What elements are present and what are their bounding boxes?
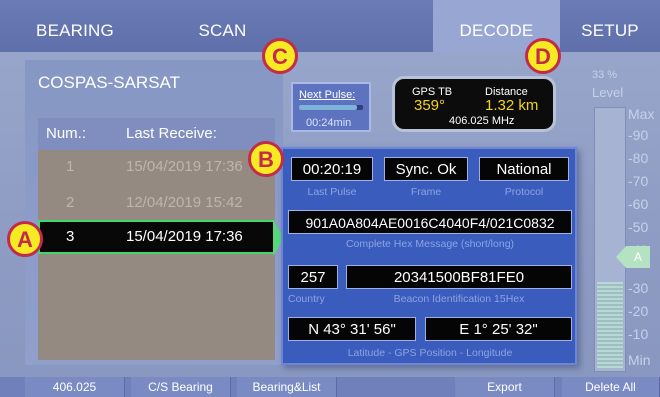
gps-info-box: GPS TB Distance 359° 1.32 km 406.025 MHz <box>392 76 556 132</box>
gps-distance: 1.32 km <box>485 97 539 114</box>
level-scale-tick: -10 <box>628 326 649 342</box>
latitude-field: N 43° 31' 56" <box>288 317 416 341</box>
frame-caption: Frame <box>410 186 442 198</box>
next-pulse-label: Next Pulse: <box>299 89 356 101</box>
gps-bearing: 359° <box>414 97 446 114</box>
level-scale-tick: -80 <box>628 150 649 166</box>
level-scale-tick: -20 <box>628 303 649 319</box>
level-meter-fill <box>597 282 623 369</box>
next-pulse-widget: Next Pulse: 00:24min <box>291 82 371 132</box>
callout-c: C <box>262 38 298 74</box>
gps-frequency: 406.025 MHz <box>449 115 515 127</box>
callout-a: A <box>7 221 43 257</box>
last-pulse-caption: Last Pulse <box>307 186 357 198</box>
column-header-num: Num.: <box>46 125 87 142</box>
list-item[interactable]: 2 12/04/2019 15:42 <box>38 186 275 220</box>
decode-panel: 00:20:19 Sync. Ok National Last Pulse Fr… <box>281 147 577 365</box>
level-scale-tick: -70 <box>628 173 649 189</box>
level-marker-pointer-icon <box>616 246 626 268</box>
beacon-id-caption: Beacon Identification 15Hex <box>393 293 525 305</box>
tab-setup[interactable]: SETUP <box>560 0 660 52</box>
hex-message-caption: Complete Hex Message (short/long) <box>345 238 515 250</box>
bottom-toolbar: 406.025 C/S Bearing Bearing&List Export … <box>0 377 660 397</box>
bearing-list-button[interactable]: Bearing&List <box>237 377 337 397</box>
level-scale-min: Min <box>628 352 651 368</box>
beacon-id-field: 20341500BF81FE0 <box>346 265 572 289</box>
list-item-num: 2 <box>66 194 75 211</box>
cs-bearing-button[interactable]: C/S Bearing <box>131 377 231 397</box>
delete-all-button[interactable]: Delete All <box>562 377 660 397</box>
list-item-date: 12/04/2019 15:42 <box>126 194 243 211</box>
level-label: Level <box>592 85 624 100</box>
list-item-num: 3 <box>66 228 75 245</box>
beacon-list: 1 15/04/2019 17:36 2 12/04/2019 15:42 3 … <box>38 150 275 360</box>
frequency-button[interactable]: 406.025 <box>25 377 125 397</box>
frame-field: Sync. Ok <box>384 157 468 181</box>
level-scale-tick: -60 <box>628 196 649 212</box>
level-scale-tick: -90 <box>628 127 649 143</box>
list-item-selected[interactable]: 3 15/04/2019 17:36 <box>38 220 275 254</box>
list-item[interactable]: 1 15/04/2019 17:36 <box>38 150 275 184</box>
level-scale-max: Max <box>628 106 655 122</box>
app-window: BEARING SCAN DECODE SETUP COSPAS-SARSAT … <box>0 0 660 397</box>
level-scale-tick: -50 <box>628 219 649 235</box>
level-scale-tick: -30 <box>628 280 649 296</box>
level-meter <box>594 107 626 372</box>
callout-d: D <box>525 38 561 74</box>
next-pulse-time: 00:24min <box>306 117 352 129</box>
country-caption: Country <box>288 293 325 305</box>
list-header: Num.: Last Receive: <box>38 118 275 150</box>
export-button[interactable]: Export <box>455 377 555 397</box>
tab-bar: BEARING SCAN DECODE SETUP <box>0 0 660 52</box>
level-percent: 33 % <box>592 69 618 81</box>
position-caption: Latitude - GPS Position - Longitude <box>347 347 513 359</box>
section-title: COSPAS-SARSAT <box>38 73 181 92</box>
next-pulse-progress-fill <box>299 105 357 110</box>
level-marker-label: A <box>626 246 650 268</box>
next-pulse-progress <box>299 105 363 110</box>
protocol-field: National <box>479 157 569 181</box>
tab-bearing[interactable]: BEARING <box>0 0 150 52</box>
country-field: 257 <box>288 265 338 289</box>
list-item-date: 15/04/2019 17:36 <box>126 228 243 245</box>
protocol-caption: Protocol <box>504 186 544 198</box>
level-marker: A <box>616 246 660 268</box>
hex-message-field: 901A0A804AE0016C4040F4/021C0832 <box>288 210 572 234</box>
callout-b: B <box>248 141 284 177</box>
column-header-last-receive: Last Receive: <box>126 125 217 142</box>
longitude-field: E 1° 25' 32" <box>425 317 572 341</box>
last-pulse-field: 00:20:19 <box>291 157 373 181</box>
list-item-num: 1 <box>66 158 75 175</box>
